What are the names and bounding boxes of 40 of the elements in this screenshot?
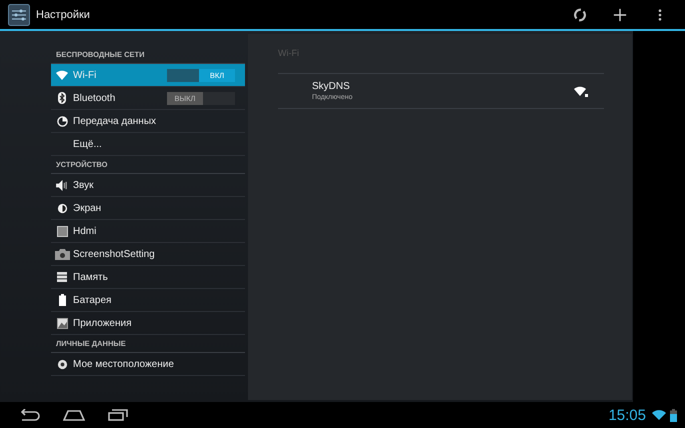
settings-item[interactable]: Батарея [51, 289, 245, 312]
location-icon [56, 358, 68, 370]
settings-item[interactable]: Мое местоположение [51, 353, 245, 376]
speaker-icon [56, 180, 68, 190]
item-label: Экран [73, 202, 102, 214]
settings-item[interactable]: Экран [51, 197, 245, 220]
item-label: Мое местоположение [73, 358, 175, 370]
item-label: Ещё... [73, 138, 103, 150]
item-label: Hdmi [73, 226, 98, 236]
settings-item[interactable]: Передача данных [51, 110, 245, 133]
network-name: SkyDNS [312, 81, 351, 92]
clock-time: 15:05 [608, 406, 646, 424]
item-label: Память [73, 272, 109, 282]
item-label: Wi-Fi [73, 70, 98, 80]
item-label: Передача данных [73, 116, 158, 126]
item-label: Bluetooth [73, 92, 116, 104]
settings-item[interactable]: Память [51, 266, 245, 289]
settings-item[interactable]: Звук [51, 174, 245, 197]
settings-item[interactable]: ScreenshotSetting [51, 243, 245, 266]
battery-status-icon [670, 408, 677, 422]
storage-icon [57, 272, 67, 282]
item-label: ScreenshotSetting [73, 248, 156, 260]
battery-icon [58, 294, 66, 306]
apps-icon [56, 318, 68, 328]
camera-icon [54, 248, 70, 260]
bluetooth-icon [58, 92, 66, 104]
wifi-signal-icon [574, 86, 588, 96]
settings-item[interactable]: Приложения [51, 312, 245, 335]
wifi-icon [56, 70, 68, 80]
settings-item[interactable]: Hdmi [51, 220, 245, 243]
square-icon [56, 226, 68, 236]
settings-item[interactable]: Ещё... [51, 133, 245, 156]
item-label: Приложения [73, 318, 133, 328]
wifi-status-icon [652, 410, 666, 420]
brightness-icon [56, 202, 68, 214]
item-label: Звук [73, 180, 95, 190]
settings-app-icon [8, 4, 30, 26]
app-title: Настройки [36, 8, 90, 20]
pie-icon [56, 116, 68, 126]
item-label: Батарея [73, 294, 112, 306]
